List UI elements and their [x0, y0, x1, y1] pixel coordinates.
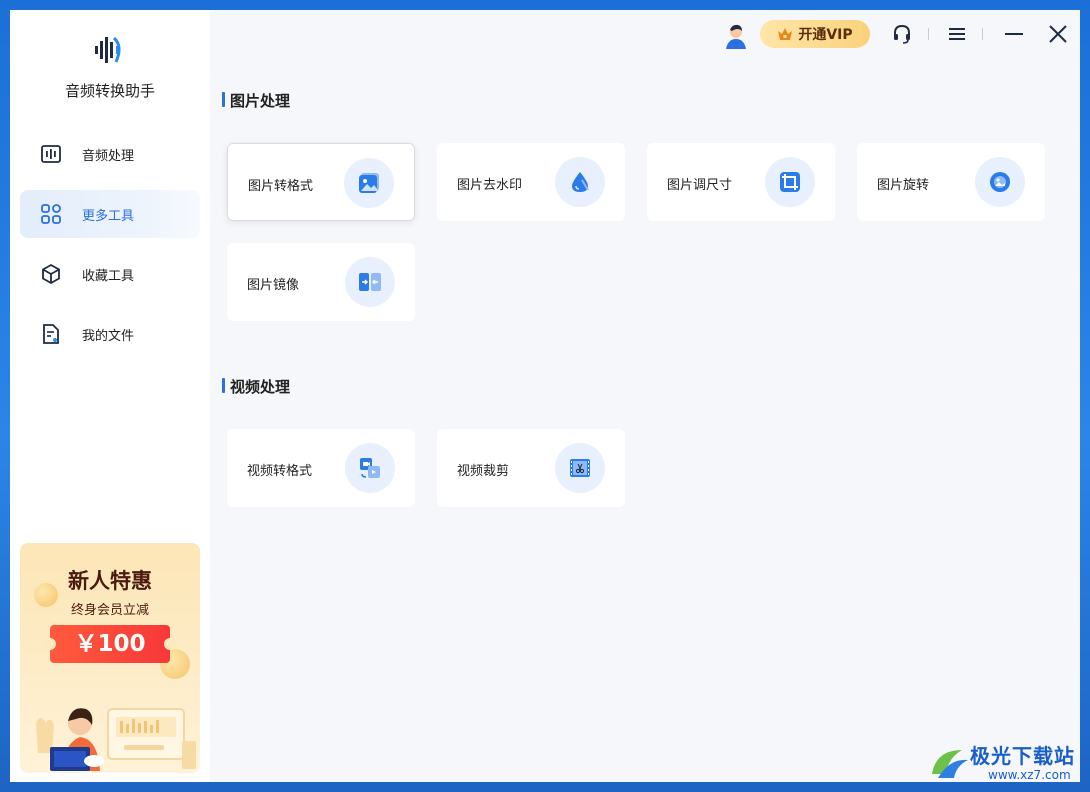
app-logo-icon [95, 36, 121, 63]
promo-illustration-icon [36, 708, 196, 771]
site-watermark: 极光下载站 www.xz7.com [928, 740, 1088, 788]
watermark-drop-icon [555, 157, 605, 207]
tool-label: 图片旋转 [877, 178, 930, 193]
image-convert-icon [344, 158, 394, 208]
tool-image-rotate[interactable]: 图片旋转 [857, 143, 1045, 221]
tool-image-watermark[interactable]: 图片去水印 [437, 143, 625, 221]
close-icon[interactable] [1048, 24, 1068, 44]
tool-image-mirror[interactable]: 图片镜像 [227, 243, 415, 321]
file-icon [43, 324, 59, 344]
waveform-icon [41, 145, 61, 163]
vip-button[interactable]: 开通VIP [760, 20, 870, 48]
vip-label: 开通VIP [798, 27, 853, 43]
tool-label: 视频转格式 [247, 464, 313, 479]
promo-title: 新人特惠 [68, 569, 152, 593]
minimize-icon[interactable] [1004, 24, 1024, 44]
tool-label: 图片调尺寸 [667, 178, 733, 193]
tool-video-convert[interactable]: 视频转格式 [227, 429, 415, 507]
watermark-url: www.xz7.com [988, 768, 1071, 782]
sidebar-item-more-tools[interactable]: 更多工具 [20, 190, 200, 238]
tool-label: 图片去水印 [457, 178, 523, 193]
promo-subtitle: 终身会员立减 [70, 603, 149, 618]
crown-icon [778, 28, 793, 40]
menu-icon[interactable] [947, 24, 967, 44]
watermark-text: 极光下载站 [970, 744, 1075, 768]
cube-icon [42, 263, 60, 285]
promo-coupon-button[interactable]: ￥100 [44, 625, 176, 663]
section-title-video: 视频处理 [221, 378, 291, 396]
tool-label: 视频裁剪 [457, 464, 510, 479]
toolbar-divider [982, 28, 983, 40]
mirror-icon [345, 257, 395, 307]
sidebar-item-audio[interactable]: 音频处理 [20, 130, 200, 178]
grid-icon [41, 204, 61, 224]
video-convert-icon [345, 443, 395, 493]
crop-icon [765, 157, 815, 207]
tool-label: 图片镜像 [247, 278, 300, 293]
promo-banner[interactable]: 新人特惠 终身会员立减 ￥100 [20, 543, 200, 773]
sidebar-item-label: 音频处理 [82, 149, 135, 164]
toolbar-divider [928, 28, 929, 40]
video-cut-icon [555, 443, 605, 493]
section-title-image: 图片处理 [221, 92, 291, 110]
app-window: 音频转换助手 音频处理 更多工具 收藏工具 我的文件 新人特惠 终身会员立减 ￥… [10, 10, 1080, 782]
sidebar: 音频转换助手 音频处理 更多工具 收藏工具 我的文件 新人特惠 终身会员立减 ￥… [10, 10, 210, 782]
app-name: 音频转换助手 [64, 82, 155, 100]
sidebar-item-label: 收藏工具 [82, 269, 135, 284]
sidebar-item-label: 我的文件 [82, 329, 135, 344]
tool-image-convert[interactable]: 图片转格式 [227, 143, 415, 221]
watermark-logo-icon [932, 750, 968, 778]
sidebar-item-label: 更多工具 [82, 209, 135, 224]
user-avatar-icon[interactable] [722, 22, 750, 50]
tool-image-resize[interactable]: 图片调尺寸 [647, 143, 835, 221]
tool-video-cut[interactable]: 视频裁剪 [437, 429, 625, 507]
sidebar-item-favorites[interactable]: 收藏工具 [20, 250, 200, 298]
headset-icon[interactable] [892, 24, 912, 44]
tool-label: 图片转格式 [248, 179, 314, 194]
sidebar-item-my-files[interactable]: 我的文件 [20, 310, 200, 358]
rotate-image-icon [975, 157, 1025, 207]
